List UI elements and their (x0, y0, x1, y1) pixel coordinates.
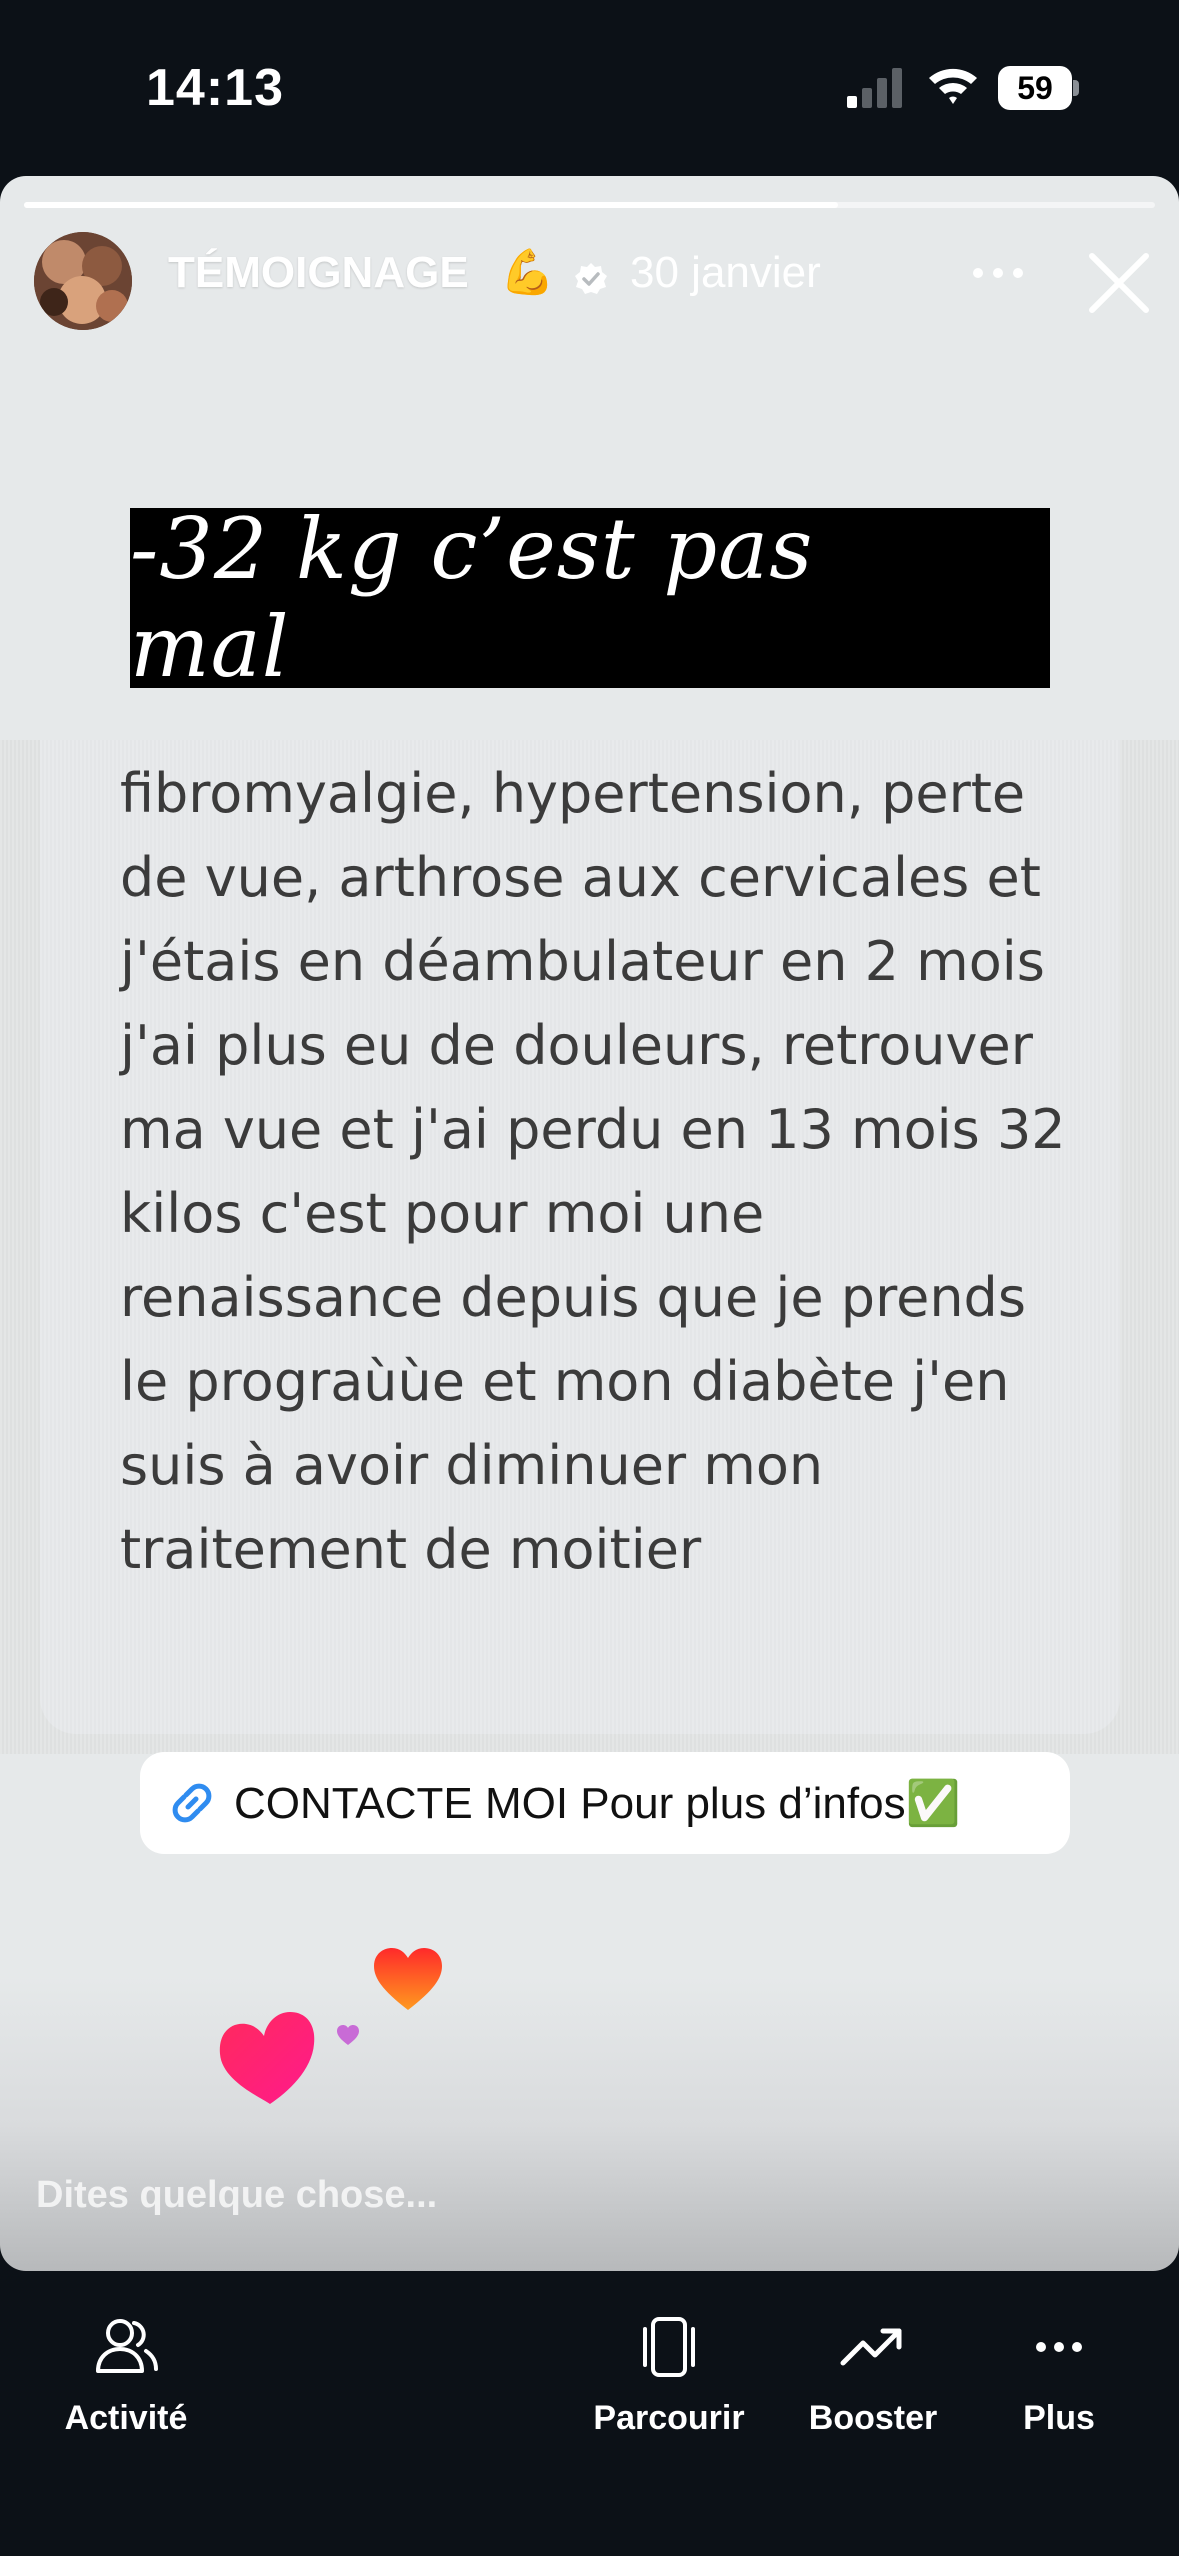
wifi-icon (929, 68, 977, 104)
message-line: le prograùùe et mon diabète j'en (120, 1350, 1010, 1413)
message-line: suis à avoir diminuer mon (120, 1434, 824, 1497)
message-line: ma vue et j'ai perdu en 13 mois 32 (120, 1098, 1066, 1161)
story-card[interactable]: TÉMOIGNAGE 💪 30 janvier -32 kg c’est pas… (0, 176, 1179, 2271)
nav-activity[interactable]: Activité (56, 2311, 196, 2438)
avatar[interactable] (34, 232, 132, 330)
status-time: 14:13 (146, 59, 284, 117)
message-line: traitement de moitier (120, 1518, 702, 1581)
people-icon (96, 2319, 158, 2373)
message-line: j'ai plus eu de douleurs, retrouver (120, 1014, 1033, 1077)
link-sticker[interactable]: CONTACTE MOI Pour plus d’infos✅ (140, 1752, 1070, 1854)
nav-more[interactable]: Plus (1004, 2311, 1114, 2438)
message-line: j'étais en déambulateur en 2 mois (120, 930, 1045, 993)
flexed-biceps-emoji: 💪 (500, 248, 555, 297)
status-bar: 14:13 59 (0, 0, 1179, 170)
story-username[interactable]: TÉMOIGNAGE (168, 248, 469, 298)
story-caption: -32 kg c’est pas mal 😎 (130, 500, 1050, 696)
trending-up-icon (840, 2328, 902, 2366)
nav-browse[interactable]: Parcourir (586, 2311, 752, 2438)
nav-activity-label: Activité (64, 2399, 188, 2437)
more-horizontal-icon[interactable] (968, 258, 1028, 288)
nav-more-label: Plus (1023, 2399, 1095, 2437)
nav-boost[interactable]: Booster (800, 2311, 946, 2438)
message-screenshot: fibromyalgie, hypertension, perte de vue… (0, 740, 1179, 1754)
message-bubble: fibromyalgie, hypertension, perte de vue… (40, 740, 1120, 1734)
message-line: renaissance depuis que je prends (120, 1266, 1026, 1329)
story-date: 30 janvier (630, 248, 821, 297)
message-line: fibromyalgie, hypertension, perte (120, 762, 1026, 825)
nav-browse-label: Parcourir (593, 2399, 745, 2437)
message-line: kilos c'est pour moi une (120, 1182, 765, 1245)
bottom-nav: Activité Parcourir Booster Plus (0, 2271, 1179, 2556)
reply-input[interactable]: Dites quelque chose... (36, 2174, 437, 2217)
battery-level: 59 (1017, 70, 1053, 106)
verified-badge-icon (575, 263, 607, 294)
message-line: de vue, arthrose aux cervicales et (120, 846, 1041, 909)
cellular-signal-icon (847, 68, 902, 108)
nav-boost-label: Booster (808, 2399, 938, 2437)
heart-icon (219, 2012, 315, 2104)
more-horizontal-icon (1036, 2342, 1082, 2352)
caption-text: -32 kg c’est pas mal (130, 500, 814, 696)
link-icon (172, 1783, 212, 1823)
battery-icon: 59 (998, 66, 1079, 110)
link-sticker-label: CONTACTE MOI Pour plus d’infos✅ (234, 1779, 961, 1828)
story-progress-fill (24, 202, 839, 208)
heart-icon (374, 1948, 442, 2010)
browse-icon (643, 2317, 695, 2377)
sunglasses-emoji: 😎 (966, 553, 1050, 643)
heart-icon (337, 2025, 359, 2045)
close-icon[interactable] (1084, 248, 1154, 318)
